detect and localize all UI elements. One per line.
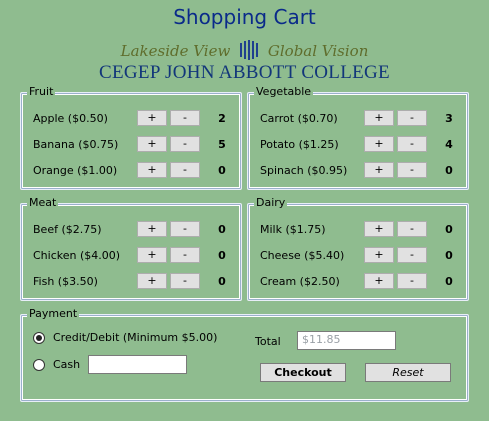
item-label: Cheese ($5.40)	[260, 248, 345, 262]
payment-group: Payment Credit/Debit (Minimum $5.00) Cas…	[20, 307, 469, 402]
item-label: Orange ($1.00)	[33, 163, 118, 177]
item-label: Banana ($0.75)	[33, 137, 119, 151]
item-label: Apple ($0.50)	[33, 111, 108, 125]
spinach-plus-button[interactable]: +	[364, 162, 394, 178]
tagline-right: Global Vision	[267, 42, 369, 60]
cream-plus-button[interactable]: +	[364, 273, 394, 289]
list-item: Cheese ($5.40) + - 0	[260, 246, 459, 264]
group-title: Fruit	[27, 85, 56, 99]
banana-plus-button[interactable]: +	[137, 136, 167, 152]
list-item: Carrot ($0.70) + - 3	[260, 109, 459, 127]
carrot-minus-button[interactable]: -	[397, 110, 427, 126]
fruit-group: Fruit Apple ($0.50) + - 2 Banana ($0.75)…	[20, 85, 242, 190]
beef-plus-button[interactable]: +	[137, 221, 167, 237]
list-item: Spinach ($0.95) + - 0	[260, 161, 459, 179]
cash-radio[interactable]	[33, 358, 45, 371]
list-item: Fish ($3.50) + - 0	[33, 272, 232, 290]
item-label: Beef ($2.75)	[33, 222, 102, 236]
item-quantity: 0	[218, 163, 226, 177]
item-label: Fish ($3.50)	[33, 274, 98, 288]
credit-debit-option[interactable]: Credit/Debit (Minimum $5.00)	[33, 331, 217, 344]
list-item: Milk ($1.75) + - 0	[260, 220, 459, 238]
page-title: Shopping Cart	[173, 5, 316, 29]
chicken-minus-button[interactable]: -	[170, 247, 200, 263]
list-item: Beef ($2.75) + - 0	[33, 220, 232, 238]
item-quantity: 0	[218, 248, 226, 262]
checkout-button[interactable]: Checkout	[260, 363, 346, 382]
item-label: Milk ($1.75)	[260, 222, 326, 236]
item-label: Chicken ($4.00)	[33, 248, 121, 262]
apple-plus-button[interactable]: +	[137, 110, 167, 126]
college-logo-tagline: Lakeside View Global Vision	[0, 39, 489, 61]
potato-plus-button[interactable]: +	[364, 136, 394, 152]
item-quantity: 0	[445, 222, 453, 236]
total-label: Total	[255, 335, 281, 348]
meat-group: Meat Beef ($2.75) + - 0 Chicken ($4.00) …	[20, 196, 242, 301]
item-quantity: 4	[445, 137, 453, 151]
item-label: Potato ($1.25)	[260, 137, 339, 151]
item-quantity: 5	[218, 137, 226, 151]
cash-label: Cash	[53, 358, 81, 371]
item-quantity: 2	[218, 111, 226, 125]
cash-option[interactable]: Cash	[33, 358, 80, 371]
banana-minus-button[interactable]: -	[170, 136, 200, 152]
carrot-plus-button[interactable]: +	[364, 110, 394, 126]
cream-minus-button[interactable]: -	[397, 273, 427, 289]
group-title: Vegetable	[254, 85, 314, 99]
list-item: Orange ($1.00) + - 0	[33, 161, 232, 179]
group-title: Payment	[27, 307, 80, 321]
college-logo-icon	[238, 39, 260, 61]
fish-minus-button[interactable]: -	[170, 273, 200, 289]
cheese-minus-button[interactable]: -	[397, 247, 427, 263]
dairy-group: Dairy Milk ($1.75) + - 0 Cheese ($5.40) …	[247, 196, 469, 301]
item-quantity: 0	[218, 274, 226, 288]
group-title: Dairy	[254, 196, 288, 210]
list-item: Cream ($2.50) + - 0	[260, 272, 459, 290]
potato-minus-button[interactable]: -	[397, 136, 427, 152]
total-field: $11.85	[297, 331, 396, 350]
group-title: Meat	[27, 196, 59, 210]
list-item: Chicken ($4.00) + - 0	[33, 246, 232, 264]
fish-plus-button[interactable]: +	[137, 273, 167, 289]
item-label: Cream ($2.50)	[260, 274, 340, 288]
item-quantity: 0	[445, 274, 453, 288]
item-quantity: 0	[218, 222, 226, 236]
orange-plus-button[interactable]: +	[137, 162, 167, 178]
beef-minus-button[interactable]: -	[170, 221, 200, 237]
item-quantity: 3	[445, 111, 453, 125]
orange-minus-button[interactable]: -	[170, 162, 200, 178]
cheese-plus-button[interactable]: +	[364, 247, 394, 263]
milk-plus-button[interactable]: +	[364, 221, 394, 237]
item-label: Carrot ($0.70)	[260, 111, 338, 125]
vegetable-group: Vegetable Carrot ($0.70) + - 3 Potato ($…	[247, 85, 469, 190]
list-item: Banana ($0.75) + - 5	[33, 135, 232, 153]
list-item: Potato ($1.25) + - 4	[260, 135, 459, 153]
college-name: CEGEP JOHN ABBOTT COLLEGE	[99, 62, 390, 83]
milk-minus-button[interactable]: -	[397, 221, 427, 237]
item-quantity: 0	[445, 163, 453, 177]
item-label: Spinach ($0.95)	[260, 163, 348, 177]
credit-debit-label: Credit/Debit (Minimum $5.00)	[53, 331, 218, 344]
apple-minus-button[interactable]: -	[170, 110, 200, 126]
tagline-left: Lakeside View	[120, 42, 231, 60]
chicken-plus-button[interactable]: +	[137, 247, 167, 263]
list-item: Apple ($0.50) + - 2	[33, 109, 232, 127]
cash-amount-field[interactable]	[88, 355, 187, 374]
item-quantity: 0	[445, 248, 453, 262]
reset-button[interactable]: Reset	[365, 363, 451, 382]
spinach-minus-button[interactable]: -	[397, 162, 427, 178]
credit-debit-radio[interactable]	[33, 331, 45, 344]
